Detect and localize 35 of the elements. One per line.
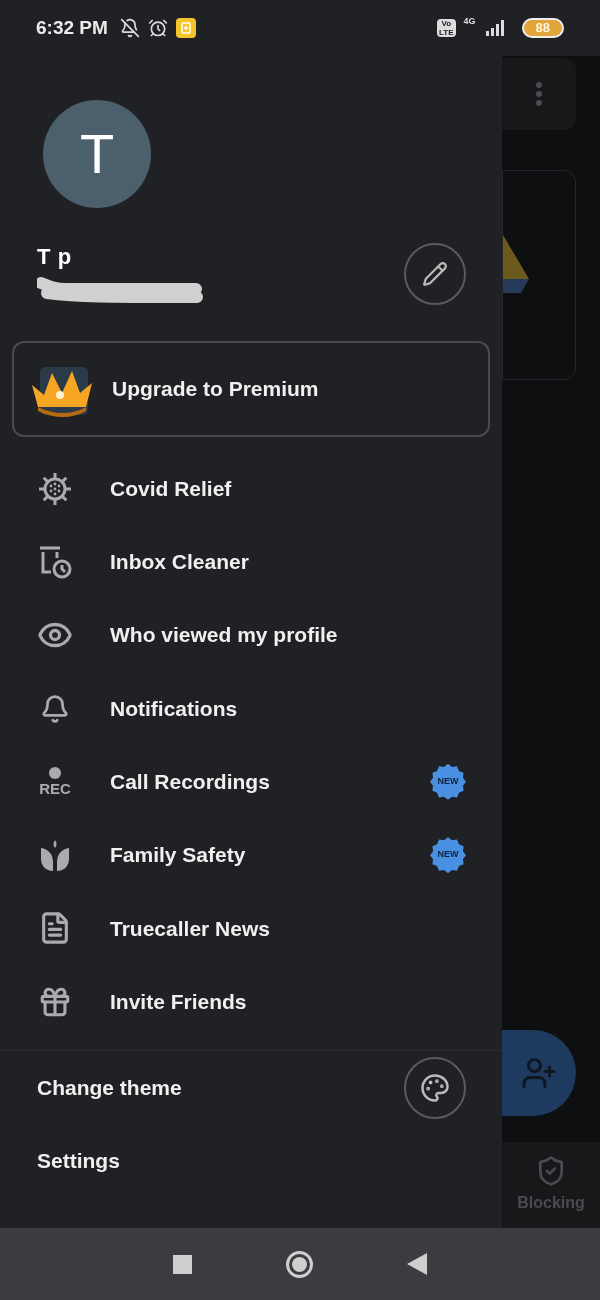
drawer-option[interactable]: Change theme <box>0 1051 502 1125</box>
menu-item[interactable]: Notifications <box>0 671 502 746</box>
alarm-icon <box>147 18 168 38</box>
add-person-icon <box>521 1055 557 1091</box>
recents-button[interactable] <box>173 1254 192 1274</box>
theme-button[interactable] <box>404 1056 466 1119</box>
pencil-icon <box>422 260 448 287</box>
battery-indicator: 88 <box>521 18 564 38</box>
more-icon <box>536 82 542 106</box>
menu-item[interactable]: Truecaller News <box>0 891 502 966</box>
app-notification-icon <box>175 18 196 38</box>
edit-profile-button[interactable] <box>404 242 466 305</box>
new-badge: NEW <box>430 837 466 874</box>
menu-item[interactable]: Family Safety NEW <box>0 818 502 892</box>
home-button[interactable] <box>286 1250 313 1278</box>
menu-item[interactable]: Inbox Cleaner <box>0 525 502 599</box>
virus-icon <box>37 470 73 507</box>
palette-icon <box>420 1072 450 1103</box>
clock-time: 6:32 PM <box>36 15 108 40</box>
bell-icon <box>40 693 70 724</box>
tulip-icon <box>39 838 71 873</box>
drawer-option[interactable]: Settings <box>0 1124 502 1198</box>
menu-item[interactable]: Who viewed my profile <box>0 598 502 672</box>
upgrade-premium-button[interactable]: Upgrade to Premium <box>12 341 490 437</box>
menu-item[interactable]: REC Call Recordings NEW <box>0 745 502 819</box>
menu-item[interactable]: Covid Relief <box>0 452 502 526</box>
back-button[interactable] <box>407 1253 427 1275</box>
signal-icon <box>483 20 506 36</box>
network-type: 4G <box>463 15 476 29</box>
volte-icon: Vo LTE <box>437 19 456 37</box>
profile-name: T p <box>37 243 73 271</box>
menu-item[interactable]: Invite Friends <box>0 965 502 1039</box>
new-badge: NEW <box>430 763 466 800</box>
muted-bell-icon <box>119 18 140 38</box>
avatar[interactable]: T <box>43 100 151 208</box>
